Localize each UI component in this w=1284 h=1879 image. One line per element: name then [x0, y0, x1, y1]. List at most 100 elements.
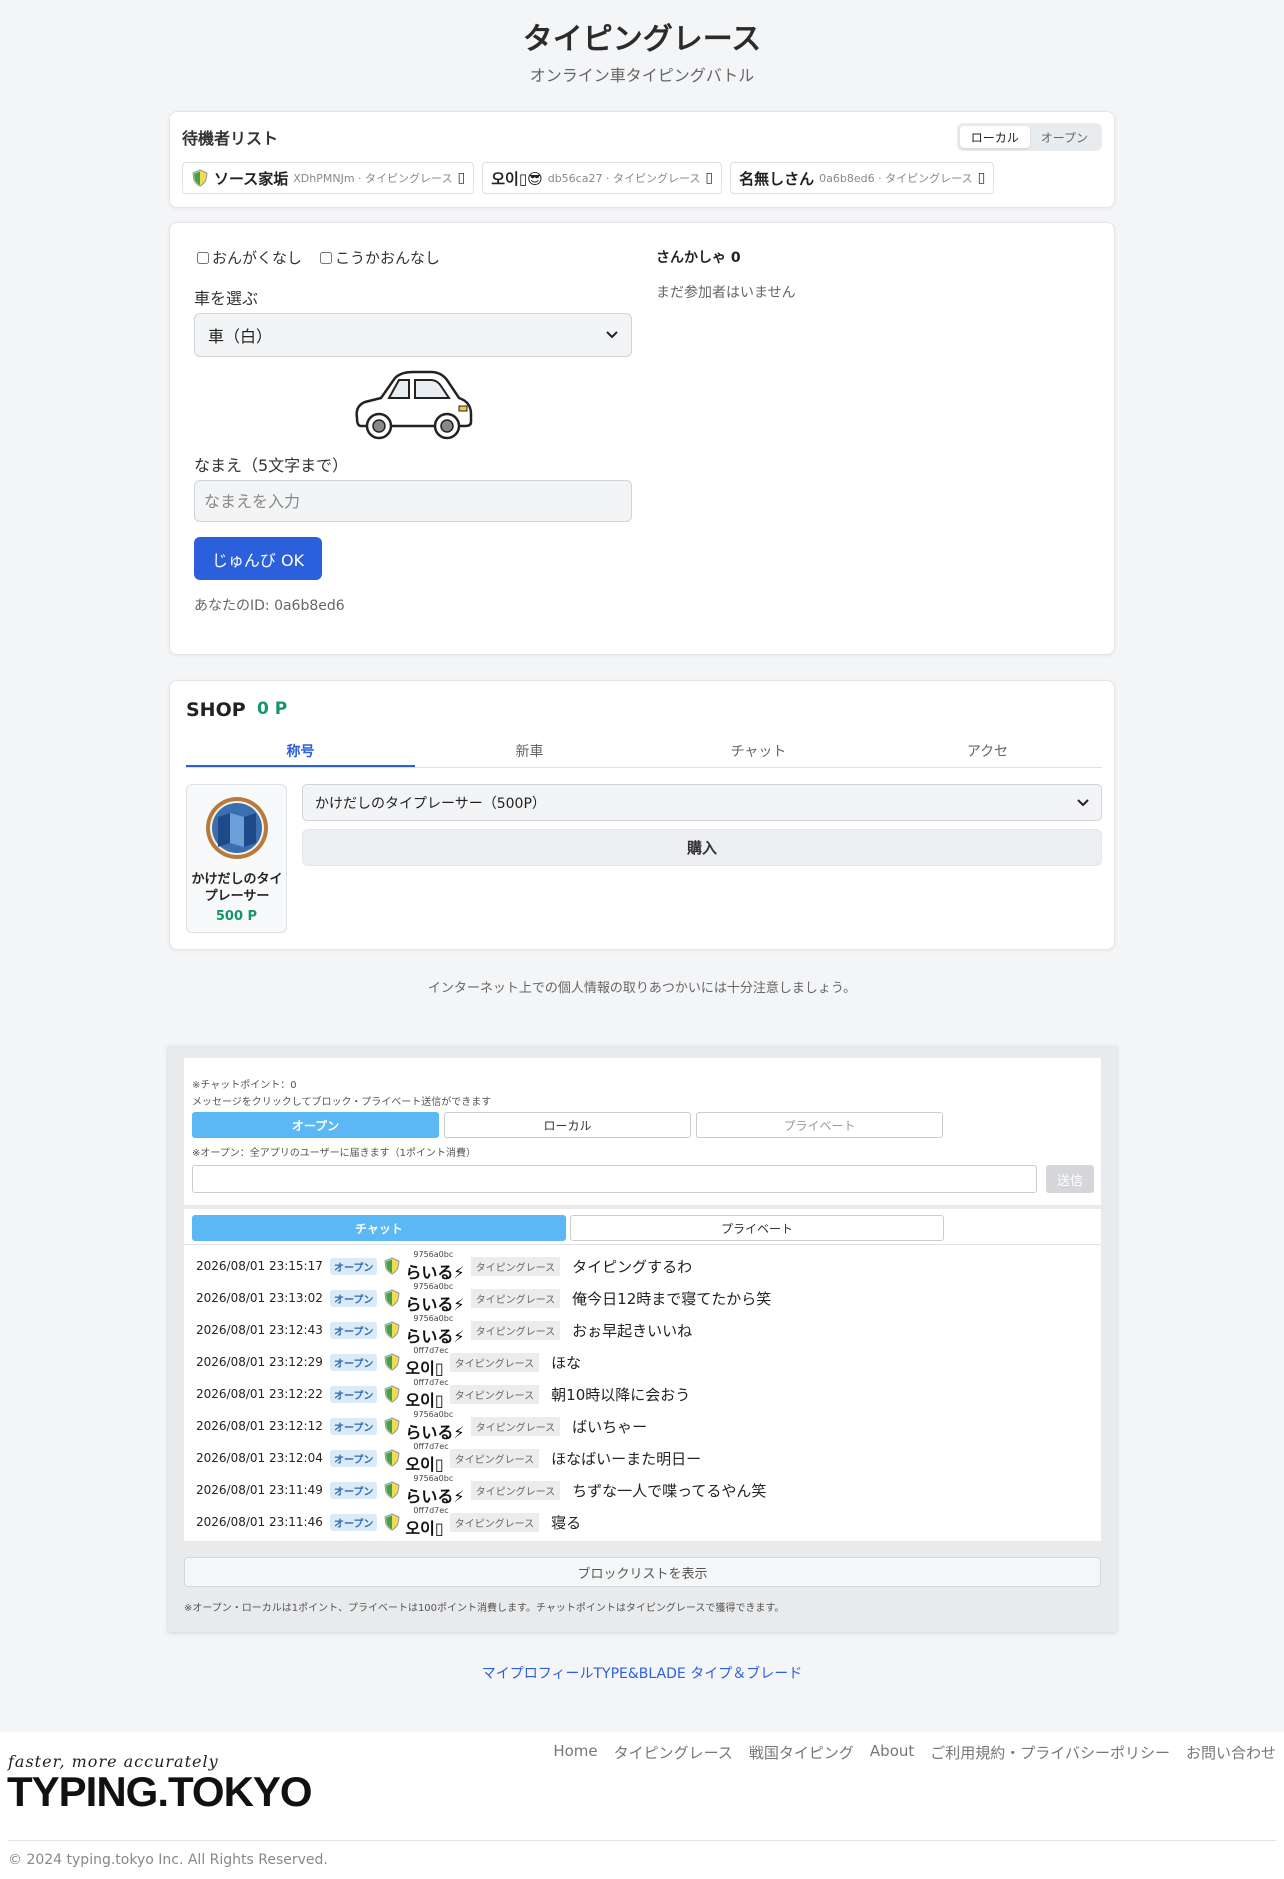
car-select-label: 車を選ぶ — [194, 289, 259, 308]
player-status-box: ▯ — [977, 170, 986, 186]
footer-link-contact[interactable]: お問い合わせ — [1186, 1742, 1276, 1763]
footer-link-terms[interactable]: ご利用規約・プライバシーポリシー — [930, 1742, 1170, 1763]
shop-item-name: かけだしのタイプレーサー — [191, 872, 283, 904]
shop-panel: SHOP 0 P 称号 新車 チャット アクセ かけだしのタイプレーサー 500… — [169, 680, 1115, 950]
profile-link[interactable]: マイプロフィールTYPE&BLADE タイプ＆ブレード — [0, 1663, 1284, 1683]
message-user: 9756a0bc らいる⚡ — [405, 1474, 464, 1507]
tab-chat[interactable]: チャット — [644, 735, 873, 767]
chat-message-row[interactable]: 2026/08/01 23:12:12 オープン 9756a0bc らいる⚡ タイピング… — [196, 1409, 648, 1442]
message-user-name: 오이▯ — [405, 1358, 444, 1378]
footer-link-typing-race[interactable]: タイピングレース — [614, 1742, 733, 1763]
message-user-name: 오이▯ — [405, 1454, 444, 1474]
tab-accessory[interactable]: アクセ — [873, 735, 1102, 767]
chat-list-tabs: チャット プライベート — [184, 1209, 1101, 1245]
car-select[interactable]: 車（白） — [194, 313, 632, 357]
toggle-local[interactable]: ローカル — [959, 126, 1030, 148]
chat-mode-note: ※オープン：全アプリのユーザーに届きます（1ポイント消費） — [192, 1148, 476, 1159]
message-user-id: 9756a0bc — [413, 1409, 454, 1419]
player-meta: XDhPMNJm · タイピングレース — [293, 172, 453, 185]
footer-link-about[interactable]: About — [870, 1742, 914, 1763]
message-user: 0ff7d7ec 오이▯ — [405, 1378, 448, 1411]
chat-message-row[interactable]: 2026/08/01 23:11:49 オープン 9756a0bc らいる⚡ タイピング… — [196, 1474, 766, 1507]
copyright: © 2024 typing.tokyo Inc. All Rights Rese… — [8, 1852, 328, 1868]
chat-message-input[interactable] — [192, 1165, 1037, 1193]
privacy-notice: インターネット上での個人情報の取りあつかいには十分注意しましょう。 — [427, 981, 857, 996]
footer-link-sengoku[interactable]: 戦国タイピング — [749, 1742, 854, 1763]
message-user: 0ff7d7ec 오이▯ — [405, 1442, 448, 1475]
tab-private-messages[interactable]: プライベート — [570, 1215, 944, 1241]
chat-panel: ※チャットポイント：0 メッセージをクリックしてブロック・プライベート送信ができ… — [168, 1046, 1117, 1632]
name-input[interactable] — [194, 480, 632, 522]
waiting-list-panel: 待機者リスト ローカル オープン ソース家垢 XDhPMNJm · タイピングレ… — [169, 111, 1115, 208]
waiting-player-chip[interactable]: ソース家垢 XDhPMNJm · タイピングレース ▯ — [182, 162, 475, 194]
footer-nav: Home タイピングレース 戦国タイピング About ご利用規約・プライバシー… — [553, 1742, 1276, 1763]
toggle-open[interactable]: オープン — [1030, 126, 1099, 148]
tab-new-car[interactable]: 新車 — [415, 735, 644, 767]
chat-message-row[interactable]: 2026/08/01 23:15:17 オープン 9756a0bc らいる⚡ タイピング… — [196, 1250, 692, 1283]
chat-mode-local[interactable]: ローカル — [444, 1112, 691, 1138]
tab-title[interactable]: 称号 — [186, 735, 415, 767]
player-meta: 0a6b8ed6 · タイピングレース — [819, 172, 973, 185]
chat-send-button[interactable]: 送信 — [1046, 1165, 1094, 1193]
chat-hint: メッセージをクリックしてブロック・プライベート送信ができます — [192, 1097, 492, 1108]
chat-mode-open[interactable]: オープン — [192, 1112, 439, 1138]
message-user: 9756a0bc らいる⚡ — [405, 1314, 464, 1347]
chat-message-row[interactable]: 2026/08/01 23:11:46 オープン 0ff7d7ec 오이▯ タイピングレ… — [196, 1506, 581, 1539]
message-text: ほなばいーまた明日ー — [551, 1449, 702, 1468]
player-name: 오이▯😎 — [491, 169, 543, 188]
site-logo[interactable]: TYPING.TOKYO — [7, 1768, 313, 1816]
no-music-checkbox[interactable] — [197, 251, 209, 264]
message-text: ばいちゃー — [572, 1417, 648, 1436]
race-entry-panel: おんがくなし こうかおんなし 車を選ぶ 車（白） なまえ（5文字まで） じゅんび… — [169, 222, 1115, 655]
beginner-shield-icon — [192, 169, 208, 187]
ready-button[interactable]: じゅんび OK — [194, 537, 322, 580]
waiting-player-chip[interactable]: 名無しさん 0a6b8ed6 · タイピングレース ▯ — [730, 162, 995, 194]
message-user: 9756a0bc らいる⚡ — [405, 1250, 464, 1283]
message-user-name: 오이▯ — [405, 1518, 444, 1538]
message-user-id: 9756a0bc — [413, 1473, 454, 1483]
beginner-shield-icon — [384, 1257, 400, 1275]
tab-chat-messages[interactable]: チャット — [192, 1215, 566, 1241]
beginner-shield-icon — [384, 1449, 400, 1467]
chat-message-row[interactable]: 2026/08/01 23:12:29 オープン 0ff7d7ec 오이▯ タイピングレ… — [196, 1346, 582, 1378]
shop-item-card[interactable]: かけだしのタイプレーサー 500 P — [186, 784, 287, 933]
show-block-list-button[interactable]: ブロックリストを表示 — [184, 1557, 1101, 1587]
participants-empty: まだ参加者はいません — [656, 285, 796, 301]
no-sfx-label: こうかおんなし — [335, 249, 441, 267]
beginner-shield-icon — [384, 1513, 400, 1531]
shop-item-price: 500 P — [215, 909, 258, 924]
chat-mode-private[interactable]: プライベート — [696, 1112, 943, 1138]
message-text: ほな — [551, 1353, 582, 1372]
footer-link-home[interactable]: Home — [553, 1742, 597, 1763]
footer-divider — [8, 1840, 1276, 1841]
shop-title: SHOP — [186, 699, 246, 721]
participants-title: さんかしゃ 0 — [656, 250, 741, 266]
message-text: 俺今日12時まで寝てたから笑 — [572, 1289, 772, 1308]
no-sfx-option[interactable]: こうかおんなし — [320, 247, 440, 268]
message-scope-badge: オープン — [330, 1513, 378, 1531]
message-scope-badge: オープン — [330, 1417, 378, 1435]
chat-points: ※チャットポイント：0 — [192, 1080, 297, 1091]
chat-message-row[interactable]: 2026/08/01 23:13:02 オープン 9756a0bc らいる⚡ タイピング… — [196, 1282, 772, 1314]
chat-footer-note: ※オープン・ローカルは1ポイント、プライベートは100ポイント消費します。チャッ… — [184, 1603, 785, 1614]
message-user-name: らいる⚡ — [405, 1294, 465, 1314]
chevron-down-icon — [1077, 798, 1089, 806]
message-user-name: らいる⚡ — [405, 1486, 465, 1506]
no-music-option[interactable]: おんがくなし — [197, 247, 302, 268]
buy-button[interactable]: 購入 — [302, 829, 1102, 866]
no-sfx-checkbox[interactable] — [320, 251, 332, 264]
beginner-shield-icon — [384, 1289, 400, 1307]
message-user: 0ff7d7ec 오이▯ — [405, 1506, 448, 1539]
player-meta: db56ca27 · タイピングレース — [547, 172, 701, 185]
shop-item-select[interactable]: かけだしのタイプレーサー（500P） — [302, 784, 1102, 821]
player-name: 名無しさん — [739, 169, 815, 188]
chat-message-row[interactable]: 2026/08/01 23:12:22 オープン 0ff7d7ec 오이▯ タイピングレ… — [196, 1378, 690, 1411]
message-scope-badge: オープン — [330, 1289, 378, 1307]
waiting-player-chip[interactable]: 오이▯😎 db56ca27 · タイピングレース ▯ — [482, 162, 723, 194]
message-time: 2026/08/01 23:12:04 — [196, 1451, 323, 1465]
message-user-id: 0ff7d7ec — [413, 1505, 449, 1515]
chat-message-row[interactable]: 2026/08/01 23:12:43 オープン 9756a0bc らいる⚡ タイピング… — [196, 1314, 692, 1347]
message-scope-badge: オープン — [330, 1257, 378, 1275]
message-app-tag: タイピングレース — [470, 1256, 561, 1276]
chat-message-row[interactable]: 2026/08/01 23:12:04 オープン 0ff7d7ec 오이▯ タイピングレ… — [196, 1442, 702, 1475]
